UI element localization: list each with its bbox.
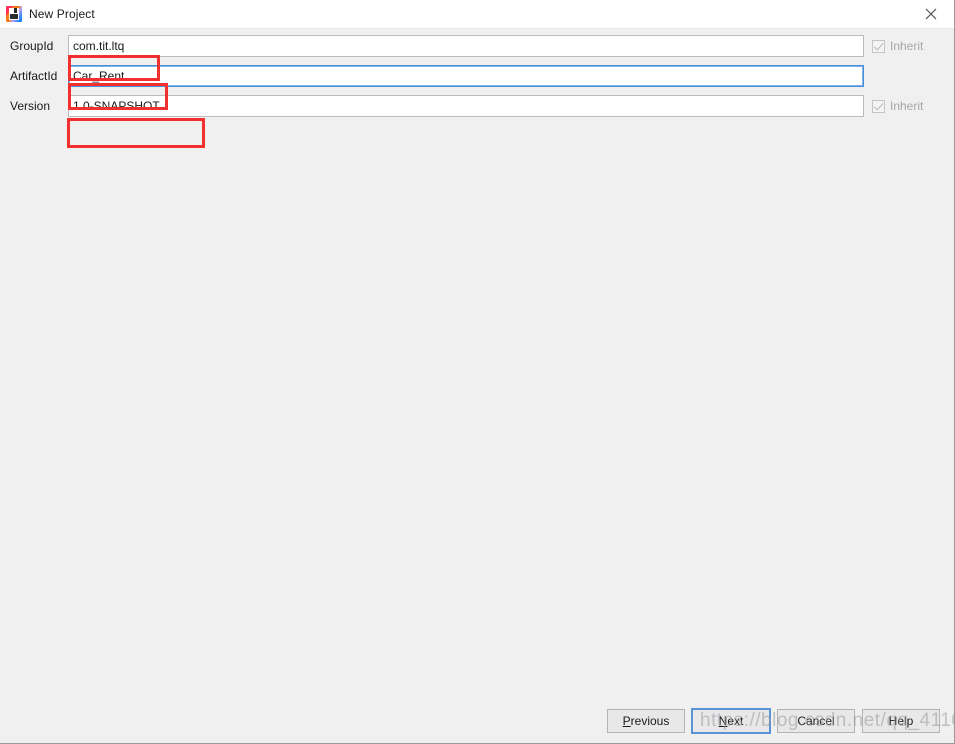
dialog-content: GroupId Inherit ArtifactId Inherit Versi… bbox=[0, 29, 954, 699]
artifactid-label: ArtifactId bbox=[10, 69, 58, 83]
version-highlight-box bbox=[67, 118, 205, 148]
next-button[interactable]: Next bbox=[692, 709, 770, 733]
version-label: Version bbox=[10, 99, 51, 113]
groupid-label: GroupId bbox=[10, 39, 54, 53]
groupid-inherit-group[interactable]: Inherit bbox=[872, 39, 946, 53]
version-inherit-group[interactable]: Inherit bbox=[872, 99, 946, 113]
dialog-title: New Project bbox=[29, 7, 95, 21]
field-row-version: Version Inherit bbox=[0, 95, 954, 117]
field-row-artifactid: ArtifactId Inherit bbox=[0, 65, 954, 87]
field-row-groupid: GroupId Inherit bbox=[0, 35, 954, 57]
previous-button-label: revious bbox=[630, 714, 670, 728]
version-inherit-label: Inherit bbox=[890, 99, 924, 113]
dialog-title-bar: New Project bbox=[0, 0, 954, 29]
version-inherit-checkbox[interactable] bbox=[872, 99, 885, 113]
close-icon[interactable] bbox=[908, 0, 954, 28]
artifactid-input[interactable] bbox=[68, 65, 864, 87]
new-project-dialog: New Project GroupId Inherit ArtifactId I… bbox=[0, 0, 955, 744]
help-button[interactable]: Help bbox=[862, 709, 940, 733]
version-input[interactable] bbox=[68, 95, 864, 117]
groupid-inherit-checkbox[interactable] bbox=[872, 39, 885, 53]
cancel-button[interactable]: Cancel bbox=[777, 709, 855, 733]
previous-button[interactable]: Previous bbox=[607, 709, 685, 733]
next-button-label: ext bbox=[727, 714, 744, 728]
previous-button-mnemonic: P bbox=[622, 714, 631, 728]
groupid-inherit-label: Inherit bbox=[890, 39, 924, 53]
dialog-footer: Previous Next Cancel Help bbox=[0, 699, 954, 743]
groupid-input[interactable] bbox=[68, 35, 864, 57]
next-button-mnemonic: N bbox=[718, 714, 728, 728]
intellij-idea-icon bbox=[6, 6, 22, 22]
